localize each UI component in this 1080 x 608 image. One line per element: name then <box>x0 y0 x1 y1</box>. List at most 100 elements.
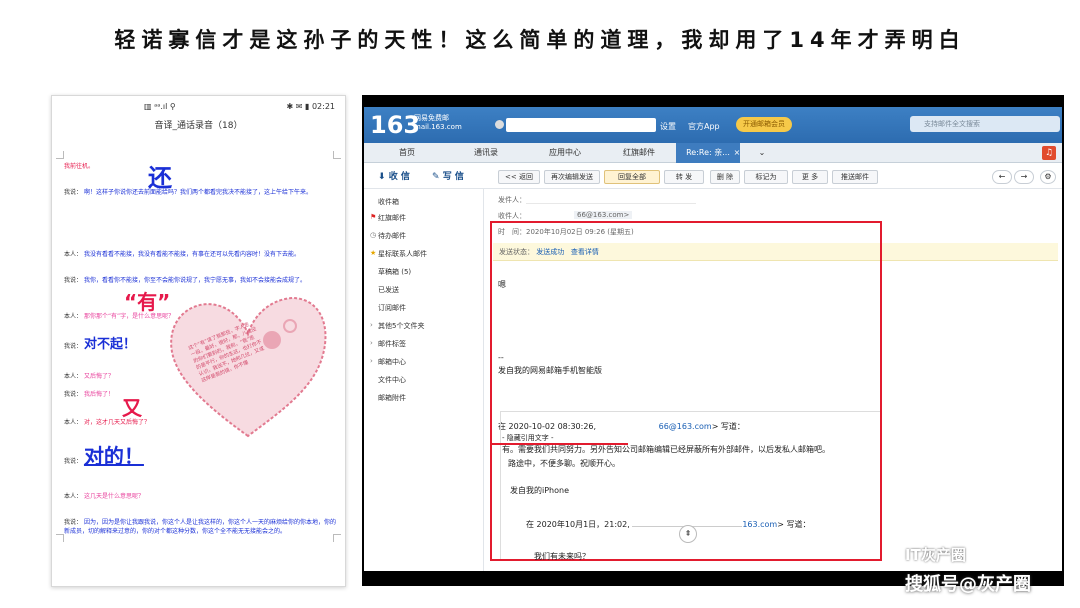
mail-toolbar: ⬇ 收 信 ✎ 写 信 << 返回 再次编辑发送 回复全部 转 发 删 除 标记… <box>364 163 1062 189</box>
next-mail-icon[interactable]: → <box>1014 170 1034 184</box>
line-text: 我前往机。 <box>64 163 95 170</box>
logo-sub-2: mail.163.com <box>414 123 462 131</box>
gear-icon[interactable]: ⚙ <box>1040 170 1056 184</box>
recording-title: 音译_通话录音（18） <box>154 121 243 131</box>
speaker: 本人： <box>64 313 83 320</box>
tab-flagged[interactable]: 红旗邮件 <box>616 143 662 163</box>
transcript-line: 我说： 对的！ <box>64 446 336 466</box>
folder-sidebar: 收件箱 ⚑ 红旗邮件 ◷ 待办邮件 ★ 星标联系人邮件 草稿箱 (5) 已发送 订阅邮… <box>364 189 484 571</box>
phone-status-bar: ▥ ᵃᵃ.ıl ⚲ ✱ ✉ ▮ 02:21 <box>52 96 345 114</box>
prev-mail-icon[interactable]: ← <box>992 170 1012 184</box>
tab-apps[interactable]: 应用中心 <box>540 143 590 163</box>
mail-content: 发件人： 收件人： 66@163.com> 时 间：2020年10月02日 09… <box>486 189 1062 571</box>
line-text: 我后悔了！ <box>83 391 114 398</box>
folder-starred[interactable]: ★ 星标联系人邮件 <box>370 249 427 259</box>
folder-sent[interactable]: 已发送 <box>378 285 399 295</box>
folder-label: 待办邮件 <box>378 232 406 240</box>
speaker: 我说： <box>64 189 83 196</box>
search-input[interactable]: 支持邮件全文搜索 <box>910 116 1060 132</box>
folder-tags[interactable]: › 邮件标签 <box>370 339 406 349</box>
speaker: 我说： <box>64 458 83 465</box>
account-box[interactable] <box>506 118 656 132</box>
tab-bar: 首页 通讯录 应用中心 红旗邮件 Re:Re: 亲... × ⌄ ♫ <box>364 143 1062 163</box>
transcript-line: 我前往机。 <box>64 162 336 171</box>
line-text: 那你那个“有”字，是什么意思呢？ <box>83 313 175 320</box>
tab-contacts[interactable]: 通讯录 <box>466 143 506 163</box>
speaker: 我说： <box>64 343 83 350</box>
transcript-line: 本人： 我没有看看不能接，我没有看能不能接，有事在还可以先看内容时！没有下去能。 <box>64 250 336 259</box>
receive-button[interactable]: ⬇ 收 信 <box>378 169 410 182</box>
inner-quote-header: 在 2020年10月1日，21:02, 163.com> 写道： <box>526 519 810 530</box>
speaker: 本人： <box>64 493 83 500</box>
speaker: 本人： <box>64 373 83 380</box>
crop-mark <box>56 151 64 159</box>
mark-button[interactable]: 标记为 <box>744 170 788 184</box>
folder-drafts[interactable]: 草稿箱 (5) <box>378 267 411 277</box>
big-char: 又 <box>122 396 142 420</box>
inner-header-prefix: 在 2020年10月1日，21:02, <box>526 520 630 529</box>
big-char: 对的！ <box>83 444 144 468</box>
transcript-line: 本人： 这几天是什么意思呢？ <box>64 492 336 501</box>
folder-label: 邮箱中心 <box>378 358 406 366</box>
transcript-line: 我说： 我你，看看你不能接，你至不会能你说规了，我宁愿无事，我如不会接能会成规了… <box>64 276 336 285</box>
delete-button[interactable]: 删 除 <box>710 170 740 184</box>
star-icon: ★ <box>370 249 377 257</box>
line-text: 对，这才几天又后悔了？ <box>83 419 150 426</box>
mail-client: 163 网易免费邮 mail.163.com 设置 官方App 开通邮箱会员 支… <box>364 107 1062 571</box>
watermark-wechat: IT灰产圈 <box>905 546 966 564</box>
big-char: 还 <box>148 164 172 192</box>
line-text: 我没有看看不能接，我没有看能不能接，有事在还可以先看内容时！没有下去能。 <box>83 251 300 258</box>
inbox-icon: ⬇ <box>378 172 386 182</box>
reply-all-button[interactable]: 回复全部 <box>604 170 660 184</box>
user-icon[interactable] <box>495 120 504 129</box>
divider <box>526 203 696 204</box>
write-button[interactable]: ✎ 写 信 <box>432 169 464 182</box>
folder-subscriptions[interactable]: 订阅邮件 <box>378 303 406 313</box>
speaker: 我说： <box>64 519 83 526</box>
folder-attachments[interactable]: 邮箱附件 <box>378 393 406 403</box>
settings-link[interactable]: 设置 <box>660 121 676 132</box>
sender-label: 发件人： <box>498 196 526 204</box>
tab-current-mail[interactable]: Re:Re: 亲... <box>676 143 740 163</box>
vip-button[interactable]: 开通邮箱会员 <box>736 117 792 132</box>
scroll-to-top-icon[interactable]: ⇞ <box>679 525 697 543</box>
folder-mail-center[interactable]: › 邮箱中心 <box>370 357 406 367</box>
crop-mark <box>333 151 341 159</box>
chevron-down-icon[interactable]: ⌄ <box>756 143 768 163</box>
forward-button[interactable]: 转 发 <box>664 170 704 184</box>
mail-header: 163 网易免费邮 mail.163.com 设置 官方App 开通邮箱会员 支… <box>364 107 1062 143</box>
flag-icon: ⚑ <box>370 213 377 221</box>
receive-label: 收 信 <box>388 172 410 182</box>
line-text: 因为，因为是你让我跟我说，你这个人是让我这样的，你这个人一天的麻烦给你的你本地，… <box>64 519 336 535</box>
line-text: 又后悔了？ <box>83 373 114 380</box>
app-link[interactable]: 官方App <box>688 121 720 132</box>
quote-signature: 发自我的iPhone <box>510 486 570 495</box>
line-text: 我你，看看你不能接，你至不会能你说规了，我宁愿无事，我如不会接能会成规了。 <box>83 277 306 284</box>
folder-label: 红旗邮件 <box>378 214 406 222</box>
transcript-line: 我说： 还 啊！这样子你说你还去前面能给吗？我们两个都看完我决不能接了，这上午给… <box>64 166 336 197</box>
music-icon[interactable]: ♫ <box>1042 146 1056 160</box>
back-button[interactable]: << 返回 <box>498 170 540 184</box>
body-greeting: 嗯 <box>498 280 506 289</box>
logo-sub-1: 网易免费邮 <box>414 114 449 122</box>
folder-inbox[interactable]: 收件箱 <box>378 197 399 207</box>
resend-button[interactable]: 再次编辑发送 <box>544 170 600 184</box>
inner-header-mail[interactable]: 163.com <box>742 520 777 529</box>
folder-todo[interactable]: ◷ 待办邮件 <box>370 231 406 241</box>
recipient-label: 收件人： <box>498 212 526 220</box>
body-separator: -- <box>498 353 504 362</box>
inner-quote-text: 我们有未来吗？ <box>534 552 590 561</box>
folder-others[interactable]: › 其他5个文件夹 <box>370 321 425 331</box>
recipient-value[interactable]: 66@163.com> <box>574 211 633 219</box>
write-label: 写 信 <box>442 172 464 182</box>
tab-home[interactable]: 首页 <box>392 143 422 163</box>
push-button[interactable]: 推送邮件 <box>832 170 878 184</box>
folder-label: 其他5个文件夹 <box>378 322 425 330</box>
speaker: 本人： <box>64 251 83 258</box>
more-button[interactable]: 更 多 <box>792 170 828 184</box>
folder-flagged[interactable]: ⚑ 红旗邮件 <box>370 213 406 223</box>
folder-file-center[interactable]: 文件中心 <box>378 375 406 385</box>
chevron-right-icon: › <box>370 321 373 329</box>
battery-icon: ✱ ✉ ▮ 02:21 <box>286 102 336 111</box>
close-tab-icon[interactable]: × <box>732 143 742 163</box>
